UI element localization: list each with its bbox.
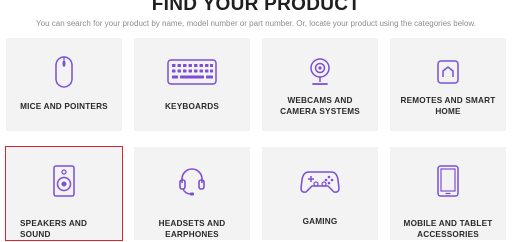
category-label: WEBCAMS AND CAMERA SYSTEMS: [280, 96, 360, 116]
category-label: SPEAKERS AND SOUND: [20, 219, 88, 239]
category-tile-headsets[interactable]: HEADSETS AND EARPHONES: [134, 147, 250, 240]
tablet-icon: [390, 164, 506, 198]
category-label: KEYBOARDS: [164, 102, 220, 111]
category-label: GAMING: [302, 217, 338, 226]
category-label: REMOTES AND SMART HOME: [400, 96, 496, 116]
page-subtitle: You can search for your product by name,…: [36, 19, 476, 28]
category-tile-gaming[interactable]: GAMING: [262, 147, 378, 240]
category-tile-mobile[interactable]: MOBILE AND TABLET ACCESSORIES: [390, 147, 506, 240]
category-tile-keyboards[interactable]: KEYBOARDS: [134, 38, 250, 131]
category-tile-remotes[interactable]: REMOTES AND SMART HOME: [390, 38, 506, 131]
category-label: HEADSETS AND EARPHONES: [158, 219, 226, 239]
smart-home-icon: [390, 55, 506, 89]
category-label: MOBILE AND TABLET ACCESSORIES: [403, 219, 493, 239]
speaker-icon: [6, 164, 122, 198]
webcam-icon: [262, 55, 378, 89]
page-title: FIND YOUR PRODUCT: [151, 0, 361, 15]
keyboard-icon: [134, 55, 250, 89]
gamepad-icon: [262, 164, 378, 198]
headset-icon: [134, 164, 250, 198]
mouse-icon: [6, 55, 122, 89]
category-tile-mice[interactable]: MICE AND POINTERS: [6, 38, 122, 131]
category-tile-webcams[interactable]: WEBCAMS AND CAMERA SYSTEMS: [262, 38, 378, 131]
category-tile-speakers[interactable]: SPEAKERS AND SOUND: [5, 146, 123, 241]
category-label: MICE AND POINTERS: [20, 102, 108, 111]
